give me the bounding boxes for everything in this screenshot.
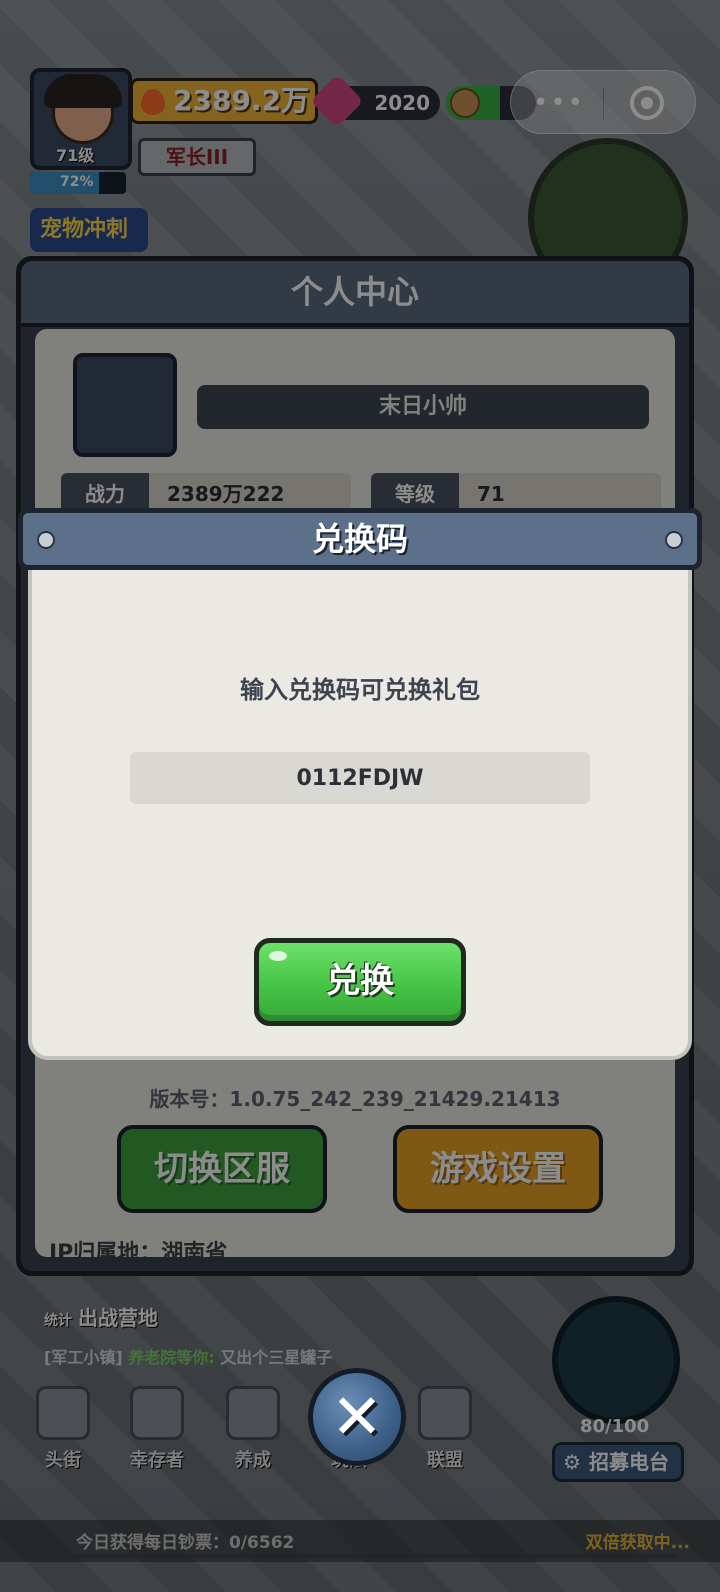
exchange-code-input[interactable]	[130, 752, 590, 804]
modal-body: 输入兑换码可兑换礼包 兑换	[28, 556, 692, 1060]
modal-header: 兑换码	[18, 508, 702, 570]
close-icon: ✕	[331, 1380, 383, 1453]
rivet-icon	[37, 531, 55, 549]
modal-title: 兑换码	[311, 520, 408, 558]
redeem-button[interactable]: 兑换	[254, 938, 466, 1026]
exchange-code-modal: 兑换码 输入兑换码可兑换礼包 兑换	[18, 508, 702, 1060]
close-button[interactable]: ✕	[308, 1368, 406, 1466]
exchange-hint: 输入兑换码可兑换礼包	[240, 676, 480, 704]
rivet-icon	[665, 531, 683, 549]
